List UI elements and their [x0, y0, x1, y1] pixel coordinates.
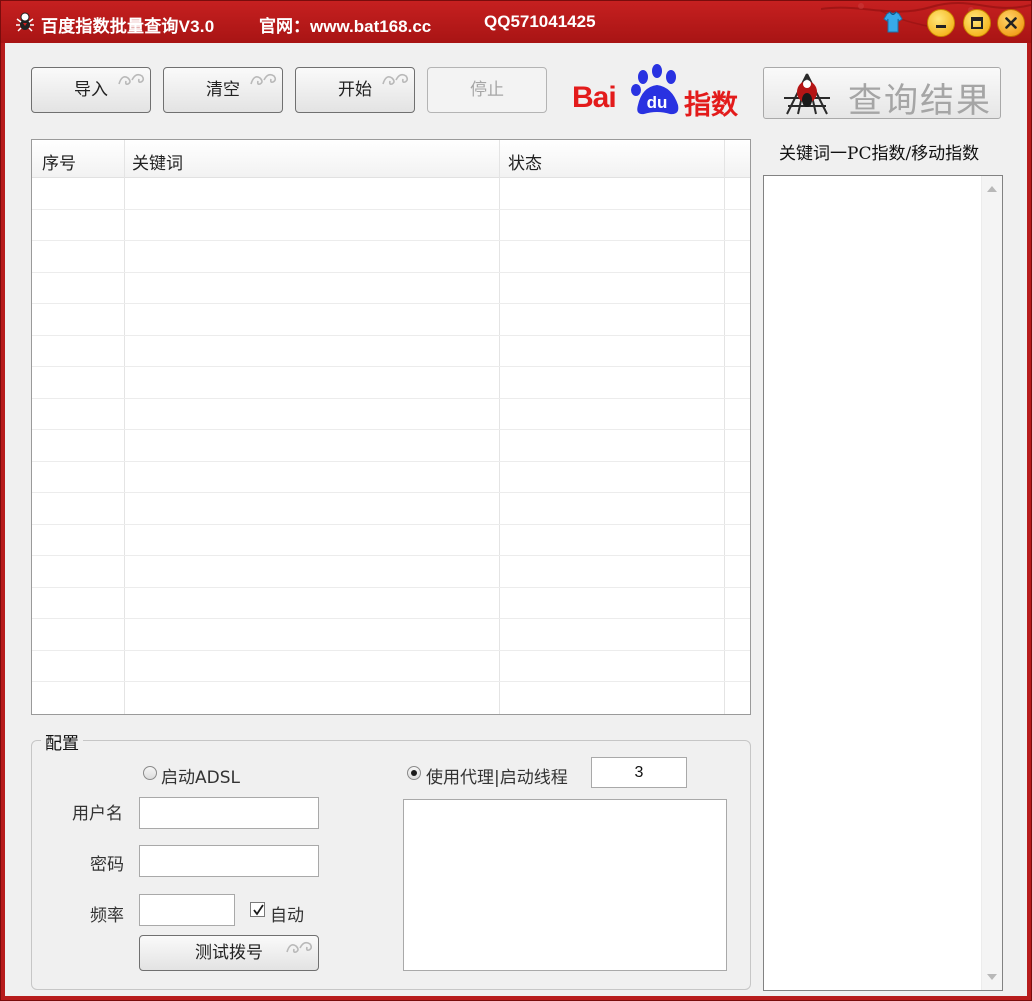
- table-row: [32, 461, 750, 462]
- username-field[interactable]: [139, 797, 319, 829]
- qq-label: QQ571041425: [484, 12, 596, 31]
- clear-button[interactable]: 清空: [163, 67, 283, 113]
- spider-app-icon: [16, 12, 34, 32]
- table-row: [32, 272, 750, 273]
- password-field[interactable]: [139, 845, 319, 877]
- table-row: [32, 587, 750, 588]
- column-divider: [499, 140, 500, 714]
- proxy-radio[interactable]: [407, 766, 421, 780]
- frequency-label: 频率: [90, 906, 124, 926]
- import-button-label: 导入: [74, 80, 108, 100]
- stop-button-label: 停止: [470, 80, 504, 100]
- swirl-ornament-icon: [250, 73, 277, 85]
- adsl-radio[interactable]: [143, 766, 157, 780]
- spider-icon: [784, 73, 830, 115]
- auto-checkbox[interactable]: [250, 902, 265, 917]
- stop-button[interactable]: 停止: [427, 67, 547, 113]
- password-label: 密码: [90, 855, 124, 875]
- clear-button-label: 清空: [206, 80, 240, 100]
- column-divider: [724, 140, 725, 714]
- results-header: 关键词一PC指数/移动指数: [779, 144, 980, 164]
- start-button-label: 开始: [338, 80, 372, 100]
- window-title: 百度指数批量查询V3.0: [41, 17, 215, 36]
- dial-test-button[interactable]: 测试拨号: [139, 935, 319, 971]
- scroll-down-arrow-icon[interactable]: [987, 974, 997, 980]
- close-button[interactable]: [997, 9, 1025, 37]
- table-row: [32, 240, 750, 241]
- query-results-label: 查询结果: [848, 81, 992, 121]
- start-button[interactable]: 开始: [295, 67, 415, 113]
- table-row: [32, 492, 750, 493]
- scroll-up-arrow-icon[interactable]: [987, 186, 997, 192]
- column-divider: [124, 140, 125, 714]
- swirl-ornament-icon: [118, 73, 145, 85]
- username-label: 用户名: [72, 804, 123, 824]
- paw-icon: du: [631, 64, 679, 115]
- baidu-index-logo: Bai du 指数: [570, 63, 742, 121]
- table-row: [32, 303, 750, 304]
- minimize-button[interactable]: [927, 9, 955, 37]
- table-row: [32, 555, 750, 556]
- query-results-button[interactable]: 查询结果: [763, 67, 1001, 121]
- adsl-label[interactable]: 启动ADSL: [161, 763, 240, 788]
- table-row: [32, 524, 750, 525]
- title-bar[interactable]: 百度指数批量查询V3.0 官网：www.bat168.cc QQ57104142…: [1, 1, 1031, 43]
- config-title: 配置: [41, 729, 83, 754]
- auto-label[interactable]: 自动: [270, 901, 304, 926]
- keyword-table[interactable]: 序号 关键词 状态: [31, 139, 751, 715]
- skin-shirt-icon[interactable]: [880, 9, 906, 35]
- website-label: 官网：www.bat168.cc: [259, 17, 432, 36]
- threads-field[interactable]: [591, 757, 687, 788]
- table-row: [32, 650, 750, 651]
- maximize-button[interactable]: [963, 9, 991, 37]
- proxy-list-textarea[interactable]: [403, 799, 727, 971]
- checkmark-icon: [253, 904, 264, 916]
- logo-du-text: du: [647, 93, 668, 112]
- proxy-label[interactable]: 使用代理|启动线程: [426, 763, 568, 788]
- table-row: [32, 366, 750, 367]
- logo-index-text: 指数: [684, 90, 738, 121]
- import-button[interactable]: 导入: [31, 67, 151, 113]
- swirl-ornament-icon: [286, 941, 313, 953]
- results-list[interactable]: [763, 175, 1003, 991]
- swirl-ornament-icon: [382, 73, 409, 85]
- table-row: [32, 209, 750, 210]
- table-row: [32, 398, 750, 399]
- frequency-field[interactable]: [139, 894, 235, 926]
- results-scrollbar[interactable]: [981, 176, 1002, 990]
- column-header-keyword[interactable]: 关键词: [132, 149, 183, 174]
- table-header: 序号 关键词 状态: [32, 140, 750, 178]
- column-header-index[interactable]: 序号: [42, 149, 76, 174]
- table-row: [32, 681, 750, 682]
- column-header-status[interactable]: 状态: [508, 149, 542, 174]
- dial-test-button-label: 测试拨号: [195, 943, 263, 963]
- logo-bai-text: Bai: [572, 81, 617, 114]
- main-panel: 导入 清空 开始 停止 Bai du 指数 查询结果 序号 关键词 状态 关键词…: [5, 43, 1027, 996]
- table-row: [32, 618, 750, 619]
- table-row: [32, 429, 750, 430]
- app-window: 百度指数批量查询V3.0 官网：www.bat168.cc QQ57104142…: [0, 0, 1032, 1001]
- table-row: [32, 335, 750, 336]
